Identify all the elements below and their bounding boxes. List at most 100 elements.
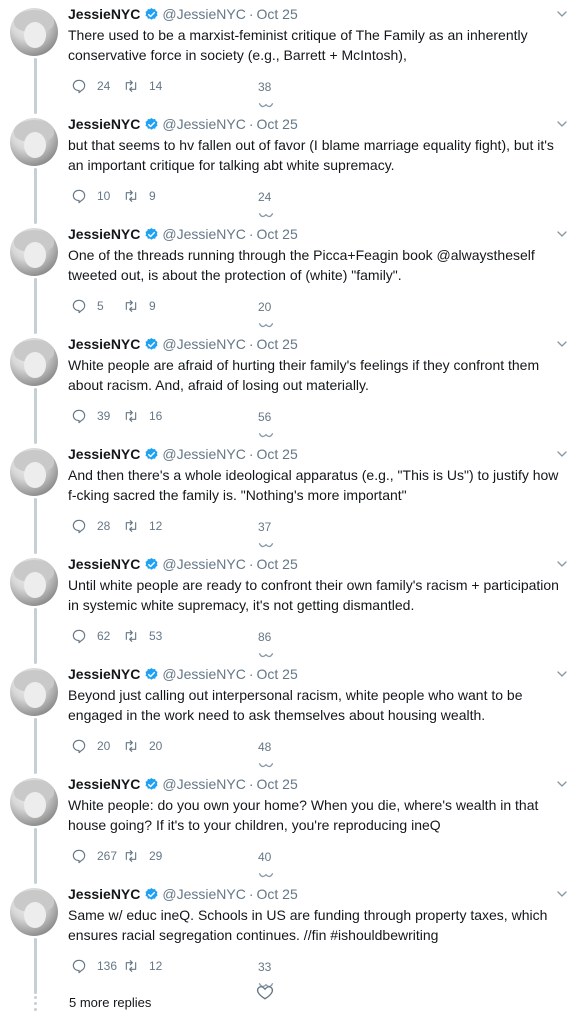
tweet-header: JessieNYC @JessieNYC · Oct 25 [68, 224, 570, 244]
retweet-icon [125, 520, 137, 532]
separator: · [248, 336, 254, 352]
tweet-text: One of the threads running through the P… [68, 247, 535, 283]
author-handle[interactable]: @JessieNYC [162, 6, 245, 22]
reply-button[interactable]: 39 [71, 408, 110, 424]
reply-count: 24 [97, 79, 111, 93]
author-handle[interactable]: @JessieNYC [162, 556, 245, 572]
tweet-date[interactable]: Oct 25 [257, 556, 298, 572]
avatar[interactable] [10, 338, 58, 386]
separator: · [248, 666, 254, 682]
author-name[interactable]: JessieNYC [68, 666, 140, 682]
avatar[interactable] [10, 668, 58, 716]
avatar[interactable] [10, 888, 58, 936]
reply-button[interactable]: 62 [71, 628, 110, 644]
tweet-text: White people are afraid of hurting their… [68, 357, 540, 393]
tweet[interactable]: JessieNYC @JessieNYC · Oct 25 Until white pe… [0, 550, 584, 664]
author-handle[interactable]: @JessieNYC [162, 116, 245, 132]
tweet-date[interactable]: Oct 25 [257, 446, 298, 462]
reply-count: 62 [97, 629, 111, 643]
retweet-button[interactable]: 53 [123, 628, 162, 644]
author-handle[interactable]: @JessieNYC [162, 776, 245, 792]
tweet-date[interactable]: Oct 25 [257, 666, 298, 682]
author-handle[interactable]: @JessieNYC [162, 446, 245, 462]
more-replies-row[interactable]: 5 more replies [0, 986, 584, 1020]
retweet-button[interactable]: 20 [123, 738, 162, 754]
retweet-button[interactable]: 12 [123, 958, 162, 974]
reply-button[interactable]: 136 [71, 958, 117, 974]
more-replies-link[interactable]: 5 more replies [69, 995, 151, 1010]
retweet-button[interactable]: 9 [123, 298, 156, 314]
tweet-actions: 267 29 40 [68, 848, 468, 878]
tweet-date[interactable]: Oct 25 [257, 6, 298, 22]
avatar[interactable] [10, 778, 58, 826]
avatar[interactable] [10, 8, 58, 56]
reply-button[interactable]: 267 [71, 848, 117, 864]
retweet-button[interactable]: 12 [123, 518, 162, 534]
author-name[interactable]: JessieNYC [68, 226, 140, 242]
reply-icon [72, 849, 86, 864]
tweet[interactable]: JessieNYC @JessieNYC · Oct 25 One of the thr… [0, 220, 584, 334]
avatar[interactable] [10, 448, 58, 496]
retweet-button[interactable]: 16 [123, 408, 162, 424]
tweet[interactable]: JessieNYC @JessieNYC · Oct 25 Same w/ educ i… [0, 880, 584, 994]
reply-button[interactable]: 20 [71, 738, 110, 754]
tweet-text: There used to be a marxist-feminist crit… [68, 27, 528, 63]
retweet-count: 20 [149, 739, 163, 753]
verified-badge-icon [145, 887, 158, 900]
verified-badge-icon [145, 7, 158, 20]
chevron-down-icon[interactable] [554, 226, 570, 242]
chevron-down-icon[interactable] [554, 556, 570, 572]
reply-icon [72, 189, 86, 204]
tweet-header: JessieNYC @JessieNYC · Oct 25 [68, 774, 570, 794]
chevron-down-icon[interactable] [554, 6, 570, 22]
retweet-button[interactable]: 9 [123, 188, 156, 204]
reply-count: 267 [97, 849, 118, 863]
retweet-button[interactable]: 14 [123, 78, 162, 94]
tweet-date[interactable]: Oct 25 [257, 116, 298, 132]
avatar[interactable] [10, 228, 58, 276]
author-name[interactable]: JessieNYC [68, 116, 140, 132]
author-name[interactable]: JessieNYC [68, 6, 140, 22]
author-handle[interactable]: @JessieNYC [162, 666, 245, 682]
chevron-down-icon[interactable] [554, 116, 570, 132]
tweet-date[interactable]: Oct 25 [257, 226, 298, 242]
like-count: 38 [258, 80, 272, 94]
avatar[interactable] [10, 558, 58, 606]
tweet[interactable]: JessieNYC @JessieNYC · Oct 25 There used to … [0, 0, 584, 114]
tweet-date[interactable]: Oct 25 [257, 886, 298, 902]
reply-button[interactable]: 24 [71, 78, 110, 94]
author-handle[interactable]: @JessieNYC [162, 336, 245, 352]
author-name[interactable]: JessieNYC [68, 776, 140, 792]
chevron-down-icon[interactable] [554, 446, 570, 462]
tweet-date[interactable]: Oct 25 [257, 776, 298, 792]
chevron-down-icon[interactable] [554, 776, 570, 792]
author-name[interactable]: JessieNYC [68, 336, 140, 352]
author-name[interactable]: JessieNYC [68, 556, 140, 572]
tweet[interactable]: JessieNYC @JessieNYC · Oct 25 White people: … [0, 770, 584, 884]
reply-button[interactable]: 10 [71, 188, 110, 204]
tweet-actions: 28 12 37 [68, 518, 468, 548]
author-handle[interactable]: @JessieNYC [162, 886, 245, 902]
tweet[interactable]: JessieNYC @JessieNYC · Oct 25 Beyond just ca… [0, 660, 584, 774]
chevron-down-icon[interactable] [554, 336, 570, 352]
chevron-down-icon[interactable] [554, 666, 570, 682]
tweet[interactable]: JessieNYC @JessieNYC · Oct 25 White people a… [0, 330, 584, 444]
avatar[interactable] [10, 118, 58, 166]
retweet-button[interactable]: 29 [123, 848, 162, 864]
author-name[interactable]: JessieNYC [68, 446, 140, 462]
reply-button[interactable]: 28 [71, 518, 110, 534]
chevron-down-icon[interactable] [554, 886, 570, 902]
tweet[interactable]: JessieNYC @JessieNYC · Oct 25 And then there… [0, 440, 584, 554]
verified-badge-icon [145, 557, 158, 570]
author-name[interactable]: JessieNYC [68, 886, 140, 902]
tweet-actions: 5 9 20 [68, 298, 468, 328]
tweet[interactable]: JessieNYC @JessieNYC · Oct 25 but that seems… [0, 110, 584, 224]
thread-connector [34, 168, 37, 224]
tweet-date[interactable]: Oct 25 [257, 336, 298, 352]
reply-button[interactable]: 5 [71, 298, 104, 314]
thread-connector [34, 718, 37, 774]
like-icon[interactable] [256, 983, 274, 1001]
author-handle[interactable]: @JessieNYC [162, 226, 245, 242]
retweet-count: 14 [149, 79, 163, 93]
like-count: 20 [258, 300, 272, 314]
